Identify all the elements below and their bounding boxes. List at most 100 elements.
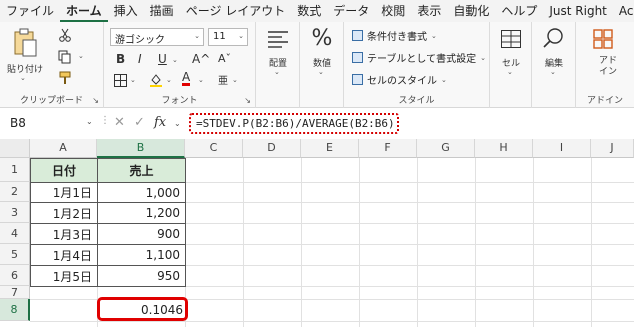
font-color-button[interactable]: A (182, 71, 191, 86)
row-header-4[interactable]: 4 (0, 223, 30, 244)
table-cell-date[interactable]: 1月5日 (30, 265, 98, 287)
tab-automate[interactable]: 自動化 (447, 0, 495, 22)
table-cell-sales[interactable]: 950 (97, 265, 186, 287)
search-icon[interactable] (542, 26, 566, 50)
underline-button[interactable]: U (158, 52, 167, 66)
copy-icon[interactable] (56, 48, 74, 66)
column-header-j[interactable]: J (591, 139, 634, 158)
number-dropdown-icon[interactable]: ⌄ (318, 68, 324, 76)
font-color-dropdown-icon[interactable]: ⌄ (198, 76, 204, 84)
name-box[interactable]: B8 (6, 115, 84, 133)
clipboard-group-label: クリップボード (19, 96, 83, 106)
tab-page-layout[interactable]: ページ レイアウト (180, 0, 292, 22)
table-cell-sales[interactable]: 1,100 (97, 244, 186, 266)
font-name-value: 游ゴシック (115, 35, 165, 46)
column-header-e[interactable]: E (301, 139, 359, 158)
cancel-icon[interactable]: ✕ (114, 115, 125, 130)
formula-bar: B8 ⌄ ⋮ ✕ ✓ fx ⌄ =STDEV.P(B2:B6)/AVERAGE(… (0, 112, 634, 136)
tab-formulas[interactable]: 数式 (291, 0, 327, 22)
tab-file[interactable]: ファイル (0, 0, 60, 22)
alignment-dropdown-icon[interactable]: ⌄ (274, 68, 280, 76)
bold-button[interactable]: B (116, 52, 125, 66)
row-header-2[interactable]: 2 (0, 182, 30, 202)
column-header-c[interactable]: C (185, 139, 243, 158)
row-header-3[interactable]: 3 (0, 202, 30, 223)
gridline (591, 158, 592, 327)
row-header-5[interactable]: 5 (0, 244, 30, 265)
table-cell-sales[interactable]: 1,200 (97, 202, 186, 224)
ribbon: 貼り付け ⌄ ⌄ クリップボード ↘ フォント ↘ 游ゴシック ⌄ 11 ⌄ B I… (0, 22, 634, 108)
font-launcher-icon[interactable]: ↘ (244, 96, 251, 105)
font-name-select[interactable]: 游ゴシック ⌄ (110, 28, 204, 46)
enter-icon[interactable]: ✓ (134, 115, 145, 130)
column-header-a[interactable]: A (30, 139, 97, 158)
header-cell-date[interactable]: 日付 (30, 158, 98, 183)
borders-dropdown-icon[interactable]: ⌄ (130, 76, 136, 84)
tab-view[interactable]: 表示 (411, 0, 447, 22)
tab-review[interactable]: 校閲 (375, 0, 411, 22)
column-header-d[interactable]: D (243, 139, 301, 158)
tab-home[interactable]: ホーム (60, 0, 108, 22)
copy-dropdown-icon[interactable]: ⌄ (78, 52, 84, 60)
select-all-corner[interactable] (0, 139, 30, 158)
phonetic-dropdown-icon[interactable]: ⌄ (232, 76, 238, 84)
addins-button[interactable]: アド イン (586, 56, 630, 78)
column-header-i[interactable]: I (533, 139, 591, 158)
format-as-table-button[interactable]: テーブルとして書式設定 ⌄ (352, 50, 486, 65)
italic-button[interactable]: I (138, 52, 142, 66)
cells-icon[interactable] (500, 28, 522, 50)
tab-help[interactable]: ヘルプ (495, 0, 543, 22)
name-box-dropdown-icon[interactable]: ⌄ (86, 117, 93, 126)
table-cell-date[interactable]: 1月3日 (30, 223, 98, 245)
editing-dropdown-icon[interactable]: ⌄ (550, 68, 556, 76)
addins-icon[interactable] (592, 28, 614, 50)
column-header-b[interactable]: B (97, 139, 185, 158)
row-header-7[interactable]: 7 (0, 286, 30, 299)
conditional-formatting-button[interactable]: 条件付き書式 ⌄ (352, 28, 437, 43)
worksheet-grid: A B C D E F G H I J 1 2 3 4 5 6 7 8 日付 売… (0, 139, 634, 327)
percent-icon[interactable]: % (300, 26, 344, 51)
phonetic-button[interactable]: 亜 (218, 72, 228, 87)
fx-dropdown-icon[interactable]: ⌄ (174, 119, 181, 128)
format-painter-icon[interactable] (56, 69, 74, 87)
table-cell-sales[interactable]: 900 (97, 223, 186, 245)
gridline (301, 158, 302, 327)
formula-input[interactable]: =STDEV.P(B2:B6)/AVERAGE(B2:B6) (189, 113, 399, 134)
table-cell-date[interactable]: 1月2日 (30, 202, 98, 224)
tab-data[interactable]: データ (327, 0, 375, 22)
cell-styles-button[interactable]: セルのスタイル ⌄ (352, 72, 447, 87)
clipboard-launcher-icon[interactable]: ↘ (92, 96, 99, 105)
row-header-8[interactable]: 8 (0, 299, 30, 321)
cut-icon[interactable] (56, 26, 74, 44)
row-header-6[interactable]: 6 (0, 265, 30, 286)
cells-dropdown-icon[interactable]: ⌄ (507, 68, 513, 76)
alignment-icon[interactable] (266, 28, 290, 50)
format-as-table-label: テーブルとして書式設定 (367, 54, 477, 65)
row-header-1[interactable]: 1 (0, 158, 30, 182)
insert-function-button[interactable]: fx (154, 115, 166, 130)
tab-just-right[interactable]: Just Right (543, 0, 613, 22)
tab-draw[interactable]: 描画 (144, 0, 180, 22)
table-cell-date[interactable]: 1月1日 (30, 182, 98, 203)
gridline (417, 158, 418, 327)
table-style-icon (352, 52, 363, 63)
tab-insert[interactable]: 挿入 (108, 0, 144, 22)
borders-icon[interactable] (112, 72, 128, 88)
header-cell-sales[interactable]: 売上 (97, 158, 186, 183)
table-cell-date[interactable]: 1月4日 (30, 244, 98, 266)
underline-dropdown-icon[interactable]: ⌄ (172, 56, 178, 64)
paste-dropdown-icon[interactable]: ⌄ (20, 74, 26, 82)
paste-icon[interactable] (10, 26, 40, 60)
fill-color-icon[interactable] (148, 72, 164, 88)
font-size-select[interactable]: 11 ⌄ (208, 28, 248, 46)
grow-font-button[interactable]: A^ (192, 52, 210, 66)
column-header-f[interactable]: F (359, 139, 417, 158)
chevron-down-icon: ⌄ (441, 75, 447, 84)
fill-color-dropdown-icon[interactable]: ⌄ (166, 76, 172, 84)
column-header-g[interactable]: G (417, 139, 475, 158)
result-cell-value: 0.1046 (141, 303, 183, 317)
shrink-font-button[interactable]: Aˇ (218, 52, 231, 65)
tab-acrobat[interactable]: Acrobat (613, 0, 634, 22)
table-cell-sales[interactable]: 1,000 (97, 182, 186, 203)
column-header-h[interactable]: H (475, 139, 533, 158)
